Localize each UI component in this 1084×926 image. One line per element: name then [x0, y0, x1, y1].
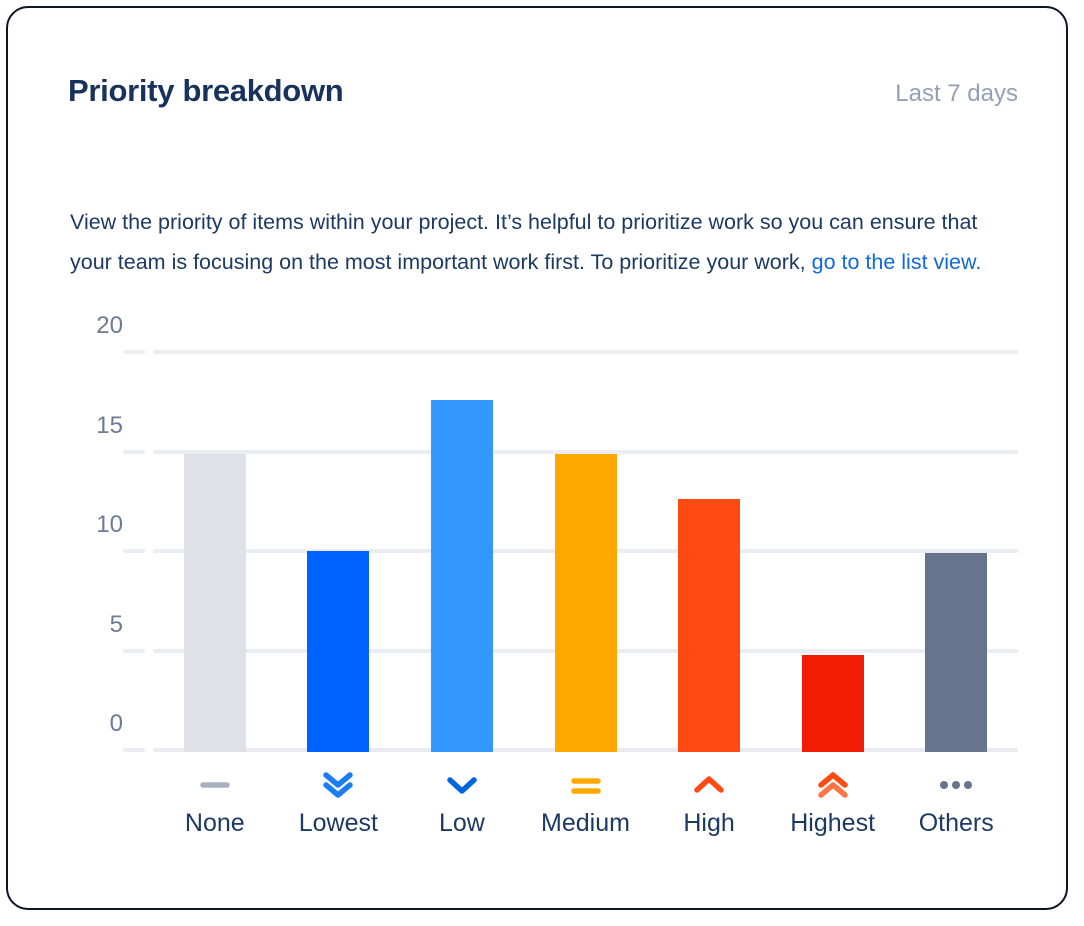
x-axis-tick-label: None	[184, 809, 245, 837]
y-axis-tick-label: 10	[96, 511, 123, 538]
x-axis-tick-high: High	[647, 768, 771, 838]
go-to-list-view-link[interactable]: go to the list view.	[812, 250, 982, 274]
bar-high[interactable]	[678, 499, 741, 752]
y-axis-tick-label: 0	[109, 710, 123, 737]
bar-low[interactable]	[430, 399, 493, 752]
bar-highest[interactable]	[801, 654, 864, 752]
priority-others-icon	[894, 768, 1018, 802]
x-axis-tick-low: Low	[400, 768, 524, 838]
page-title: Priority breakdown	[68, 73, 344, 108]
card-header: Priority breakdown Last 7 days	[68, 73, 1018, 108]
bar-none[interactable]	[183, 453, 246, 752]
chart-bars	[153, 354, 1018, 752]
bar-lowest[interactable]	[307, 551, 370, 752]
y-axis-tick	[123, 549, 145, 553]
y-axis-tick	[123, 449, 145, 454]
bar-others[interactable]	[925, 553, 988, 752]
y-axis-tick-label: 20	[96, 312, 123, 339]
priority-none-icon	[153, 768, 277, 802]
x-axis-tick-label: High	[683, 809, 735, 837]
x-axis-tick-label: Low	[438, 809, 485, 837]
priority-bar-chart: 0 5 10 15 20 None Lowest Low Medium High Highest O…	[8, 312, 1066, 883]
priority-breakdown-card: Priority breakdown Last 7 days View the …	[6, 6, 1068, 910]
priority-high-icon	[647, 768, 771, 802]
x-axis-tick-label: Others	[918, 809, 994, 837]
priority-lowest-icon	[276, 768, 400, 802]
x-axis-tick-none: None	[153, 768, 277, 838]
x-axis-tick-label: Lowest	[298, 809, 378, 837]
y-axis-tick-label: 5	[109, 610, 123, 638]
date-range-label: Last 7 days	[895, 80, 1018, 107]
x-axis-tick-medium: Medium	[524, 768, 648, 838]
x-axis: None Lowest Low Medium High Highest Others	[153, 768, 1018, 878]
x-axis-tick-highest: Highest	[771, 768, 895, 838]
bar-medium[interactable]	[554, 453, 617, 752]
x-axis-tick-label: Highest	[790, 809, 876, 837]
priority-low-icon	[400, 768, 524, 802]
y-axis-tick	[123, 350, 145, 354]
x-axis-tick-others: Others	[894, 768, 1018, 838]
priority-medium-icon	[524, 768, 648, 802]
card-description: View the priority of items within your p…	[70, 202, 1000, 282]
y-axis-tick-label: 15	[96, 411, 123, 439]
priority-highest-icon	[771, 768, 895, 802]
y-axis-tick	[123, 648, 145, 653]
x-axis-tick-label: Medium	[541, 809, 630, 837]
x-axis-tick-lowest: Lowest	[276, 768, 400, 838]
y-axis-tick	[123, 748, 145, 752]
y-axis-labels: 0 5 10 15 20	[53, 312, 123, 752]
